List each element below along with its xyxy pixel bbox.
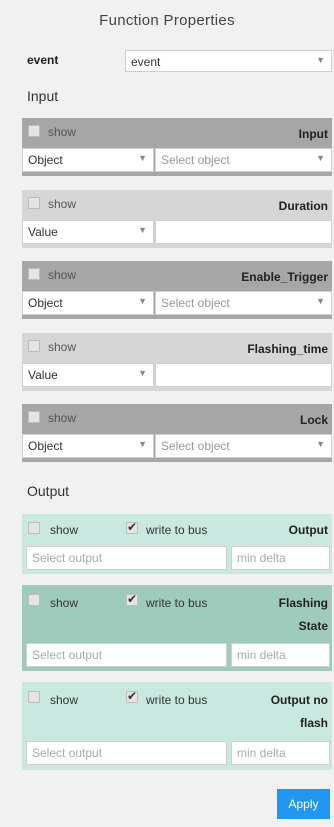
chevron-down-icon: ▼ [316,55,325,65]
write-to-bus-label: write to bus [146,693,208,707]
input-block-duration: show Duration Value ▼ [22,190,332,248]
select-output-input[interactable]: Select output [26,741,227,765]
select-output-input[interactable]: Select output [26,546,227,570]
input-type-select[interactable]: Object ▼ [22,148,154,172]
output-name: Output [288,523,328,537]
show-checkbox[interactable] [28,594,40,606]
show-checkbox[interactable] [28,197,40,209]
min-delta-input[interactable]: min delta [231,546,330,570]
show-label: show [50,523,79,537]
output-name-line1: Flashing [278,596,328,610]
panel-title: Function Properties [99,12,235,29]
input-type-select[interactable]: Object ▼ [22,434,154,458]
input-name: Enable_Trigger [241,270,328,284]
input-name: Duration [278,199,328,213]
select-object-dropdown[interactable]: Select object ▼ [155,434,332,458]
write-to-bus-label: write to bus [146,596,208,610]
show-checkbox[interactable] [28,268,40,280]
chevron-down-icon: ▼ [138,225,147,235]
chevron-down-icon: ▼ [138,296,147,306]
write-to-bus-checkbox[interactable] [126,689,138,703]
select-output-input[interactable]: Select output [26,643,227,667]
output-block-output-no-flash: show write to bus Output no flash Select… [22,682,332,770]
input-type-value: Object [28,153,63,167]
show-label: show [50,693,79,707]
output-section-label: Output [27,483,70,499]
write-to-bus-label: write to bus [146,523,208,537]
show-label: show [48,411,77,425]
chevron-down-icon: ▼ [138,439,147,449]
input-type-select[interactable]: Value ▼ [22,363,154,387]
input-name: Flashing_time [247,342,328,356]
show-label: show [48,125,77,139]
select-object-placeholder: Select object [161,153,230,167]
input-block-input: show Input Object ▼ Select object ▼ [22,118,332,176]
write-to-bus-checkbox[interactable] [126,592,138,606]
show-label: show [48,268,77,282]
select-object-dropdown[interactable]: Select object ▼ [155,291,332,315]
chevron-down-icon: ▼ [138,153,147,163]
show-label: show [50,596,79,610]
show-label: show [48,340,77,354]
show-checkbox[interactable] [28,522,40,534]
input-type-value: Object [28,296,63,310]
show-checkbox[interactable] [28,125,40,137]
select-object-dropdown[interactable]: Select object ▼ [155,148,332,172]
output-name-line2: flash [299,716,328,730]
event-select[interactable]: event ▼ [125,50,332,72]
output-block-output: show write to bus Output Select output m… [22,514,332,574]
event-select-value: event [131,55,161,69]
show-label: show [48,197,77,211]
select-object-placeholder: Select object [161,296,230,310]
min-delta-input[interactable]: min delta [231,643,330,667]
input-type-value: Value [28,225,58,239]
event-row: event event ▼ [22,50,332,72]
min-delta-input[interactable]: min delta [231,741,330,765]
input-name: Lock [299,413,328,427]
value-input[interactable] [155,220,332,244]
chevron-down-icon: ▼ [316,439,325,449]
select-object-placeholder: Select object [161,439,230,453]
chevron-down-icon: ▼ [316,296,325,306]
input-section-label: Input [27,88,59,104]
value-input[interactable] [155,363,332,387]
input-type-value: Object [28,439,63,453]
input-block-enable-trigger: show Enable_Trigger Object ▼ Select obje… [22,261,332,319]
input-type-select[interactable]: Object ▼ [22,291,154,315]
output-block-flashing-state: show write to bus Flashing State Select … [22,585,332,671]
input-type-select[interactable]: Value ▼ [22,220,154,244]
apply-button[interactable]: Apply [277,789,330,819]
function-properties-panel: Function Properties event event ▼ Input … [0,0,334,827]
chevron-down-icon: ▼ [138,368,147,378]
output-name-line1: Output no [270,693,328,707]
event-label: event [27,53,59,67]
chevron-down-icon: ▼ [316,153,325,163]
input-block-flashing-time: show Flashing_time Value ▼ [22,333,332,391]
output-name-line2: State [298,619,328,633]
show-checkbox[interactable] [28,691,40,703]
input-block-lock: show Lock Object ▼ Select object ▼ [22,404,332,462]
input-name: Input [298,127,328,141]
input-type-value: Value [28,368,58,382]
show-checkbox[interactable] [28,411,40,423]
write-to-bus-checkbox[interactable] [126,520,138,534]
show-checkbox[interactable] [28,340,40,352]
